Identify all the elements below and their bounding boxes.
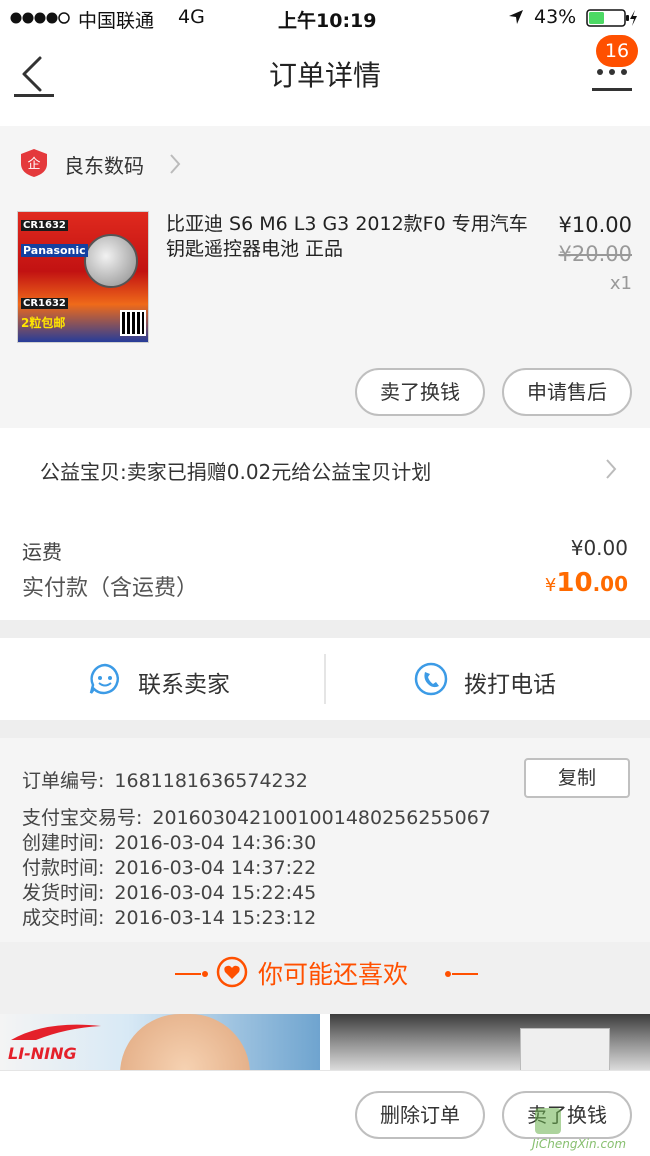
closed-time-row: 成交时间: 2016-03-14 15:23:12 xyxy=(22,903,316,930)
order-number-value[interactable]: 1681181636574232 xyxy=(114,770,307,792)
created-time-value: 2016-03-04 14:36:30 xyxy=(114,832,317,854)
leaf-logo-icon xyxy=(534,1107,564,1135)
paid-amount: ¥10.00 xyxy=(480,568,628,598)
thumb-model-top: CR1632 xyxy=(21,220,68,231)
contact-seller-label: 联系卖家 xyxy=(138,672,230,698)
shop-name: 良东数码 xyxy=(64,154,144,178)
section-divider xyxy=(0,720,650,738)
more-menu-button[interactable] xyxy=(590,64,634,94)
call-phone-label: 拨打电话 xyxy=(464,672,556,698)
recommend-title: 你可能还喜欢 xyxy=(258,960,409,989)
order-item-section: 企 良东数码 CR1632 Panasonic CR1632 2粒包邮 比亚迪 … xyxy=(0,126,650,428)
shipping-value: ¥0.00 xyxy=(570,536,628,560)
charity-text: 公益宝贝:卖家已捐赠0.02元给公益宝贝计划 xyxy=(40,460,432,484)
alipay-number-value: 2016030421001001480256255067 xyxy=(152,807,491,829)
paid-currency: ¥ xyxy=(544,575,557,596)
closed-time-label: 成交时间: xyxy=(22,907,105,929)
bottom-action-bar: 删除订单 卖了换钱 JiChengXin.com xyxy=(0,1070,650,1156)
charity-row[interactable]: 公益宝贝:卖家已捐赠0.02元给公益宝贝计划 xyxy=(0,428,650,510)
message-badge: 16 xyxy=(596,35,638,67)
battery-icon xyxy=(586,9,638,27)
product-package-image xyxy=(520,1028,610,1074)
product-thumbnail[interactable]: CR1632 Panasonic CR1632 2粒包邮 xyxy=(17,211,149,343)
chevron-right-icon xyxy=(168,153,182,175)
delete-order-button[interactable]: 删除订单 xyxy=(355,1091,485,1139)
chevron-right-icon xyxy=(604,458,618,480)
clock: 上午10:19 xyxy=(278,10,377,32)
sell-for-cash-button[interactable]: 卖了换钱 xyxy=(355,368,485,416)
paid-time-value: 2016-03-04 14:37:22 xyxy=(114,857,317,879)
recommend-card[interactable] xyxy=(330,1014,650,1074)
product-quantity: x1 xyxy=(609,273,632,294)
phone-icon xyxy=(414,662,448,696)
contact-seller-button[interactable]: 联系卖家 xyxy=(0,638,325,720)
battery-coin-image xyxy=(84,234,138,288)
li-ning-logo xyxy=(6,1018,106,1046)
product-title[interactable]: 比亚迪 S6 M6 L3 G3 2012款F0 专用汽车钥匙遥控器电池 正品 xyxy=(166,212,528,262)
product-original-price: ¥20.00 xyxy=(558,242,632,266)
thumb-promo: 2粒包邮 xyxy=(21,316,66,330)
cost-section: 运费 ¥0.00 实付款（含运费） ¥10.00 xyxy=(0,510,650,620)
child-face-image xyxy=(120,1014,250,1074)
recommend-header: 你可能还喜欢 xyxy=(0,942,650,1014)
paid-label: 实付款（含运费） xyxy=(22,576,199,601)
shipped-time-value: 2016-03-04 15:22:45 xyxy=(114,882,317,904)
alipay-number-row: 支付宝交易号: 2016030421001001480256255067 xyxy=(22,803,491,830)
watermark-text: JiChengXin.com xyxy=(532,1137,627,1151)
created-time-row: 创建时间: 2016-03-04 14:36:30 xyxy=(22,828,316,855)
svg-text:企: 企 xyxy=(27,156,40,172)
status-bar: 中国联通 4G 上午10:19 43% xyxy=(0,0,650,36)
page-title: 订单详情 xyxy=(268,59,381,92)
order-number-row: 订单编号: 1681181636574232 xyxy=(22,766,308,793)
order-number-label: 订单编号: xyxy=(22,770,105,792)
right-dash-decoration xyxy=(444,970,478,978)
paid-decimal: .00 xyxy=(592,572,628,596)
network-label: 4G xyxy=(178,6,205,28)
paid-integer: 10 xyxy=(556,568,593,598)
thumb-brand: Panasonic xyxy=(21,244,88,257)
alipay-number-label: 支付宝交易号: xyxy=(22,807,143,829)
recommend-card[interactable]: LI-NING xyxy=(0,1014,320,1074)
more-dots-icon xyxy=(592,69,632,91)
heart-icon xyxy=(216,956,248,988)
paid-time-row: 付款时间: 2016-03-04 14:37:22 xyxy=(22,853,316,880)
section-divider xyxy=(0,620,650,638)
shipped-time-row: 发货时间: 2016-03-04 15:22:45 xyxy=(22,878,316,905)
battery-percent: 43% xyxy=(534,6,577,28)
after-sale-button[interactable]: 申请售后 xyxy=(502,368,632,416)
shop-row[interactable]: 企 良东数码 xyxy=(0,126,650,200)
call-phone-button[interactable]: 拨打电话 xyxy=(326,638,650,720)
location-arrow-icon xyxy=(508,9,524,25)
contact-row: 联系卖家 拨打电话 xyxy=(0,638,650,720)
nav-bar: 订单详情 16 xyxy=(0,35,650,126)
copy-button[interactable]: 复制 xyxy=(524,758,630,798)
created-time-label: 创建时间: xyxy=(22,832,105,854)
left-dash-decoration xyxy=(175,970,209,978)
shop-badge-icon: 企 xyxy=(20,148,48,178)
site-watermark: JiChengXin.com xyxy=(532,1105,648,1156)
card-brand: LI-NING xyxy=(8,1044,77,1063)
shipped-time-label: 发货时间: xyxy=(22,882,105,904)
thumb-model-bottom: CR1632 xyxy=(21,298,68,309)
carrier-label: 中国联通 xyxy=(78,10,155,32)
shipping-label: 运费 xyxy=(22,540,62,564)
chat-face-icon xyxy=(88,662,122,696)
closed-time-value: 2016-03-14 15:23:12 xyxy=(114,907,317,929)
paid-time-label: 付款时间: xyxy=(22,857,105,879)
qr-code-image xyxy=(120,310,146,336)
signal-dots-icon xyxy=(10,11,72,25)
product-price: ¥10.00 xyxy=(558,213,632,237)
